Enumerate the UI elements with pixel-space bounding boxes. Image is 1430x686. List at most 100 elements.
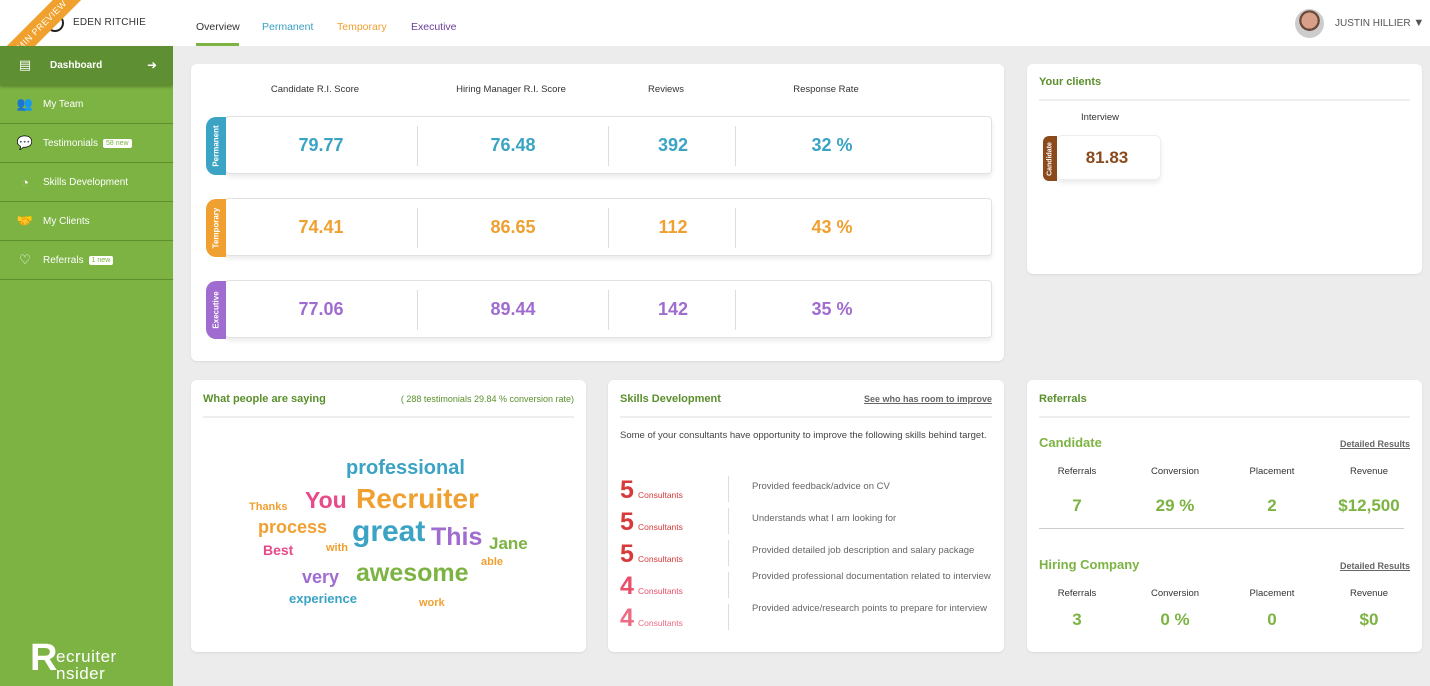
tab-executive[interactable]: Executive [411, 21, 457, 33]
divider [1039, 99, 1410, 101]
divider [728, 476, 729, 502]
response-rate: 43 % [811, 217, 853, 237]
user-menu[interactable]: JUSTIN HILLIER ▼ [1335, 17, 1424, 29]
sidebar-item-dashboard[interactable]: ▤ Dashboard ➜ [0, 46, 173, 85]
divider [417, 208, 418, 248]
metric-value: $0 [1359, 610, 1379, 629]
divider [728, 572, 729, 598]
sidebar-item-label: My Clients [43, 215, 90, 227]
hiring-manager-score: 89.44 [490, 299, 536, 319]
cloud-word: very [302, 567, 340, 587]
new-count-badge: 1 new [88, 255, 114, 265]
hiring-manager-score: 76.48 [490, 135, 536, 155]
card-title: Skills Development [620, 393, 721, 405]
consultant-count: 5 [620, 540, 634, 568]
response-rate: 35 % [811, 299, 853, 319]
cloud-word: Best [263, 542, 294, 558]
row-tag: Permanent [206, 117, 226, 175]
row-tag: Executive [206, 281, 226, 339]
heart-icon: ♡ [19, 252, 31, 267]
metric-label: Revenue [1349, 466, 1389, 477]
metric-label: Referrals [1057, 466, 1097, 477]
divider [735, 208, 736, 248]
metric-value: $12,500 [1338, 496, 1400, 515]
skills-intro: Some of your consultants have opportunit… [620, 430, 987, 441]
consultant-count: 5 [620, 476, 634, 504]
row-tag: Candidate [1043, 136, 1057, 181]
consultants-label: Consultants [638, 522, 683, 532]
divider [417, 126, 418, 166]
sidebar-item-referrals[interactable]: ♡ Referrals 1 new [0, 241, 173, 280]
reviews-count: 142 [657, 299, 689, 319]
skill-row: 5 Consultants Understands what I am lookin… [608, 508, 1004, 538]
skill-row: 4 Consultants Provided professional docume… [608, 571, 1004, 602]
cloud-word: great [352, 515, 426, 548]
divider [203, 416, 574, 418]
divider [735, 290, 736, 330]
logo-line-2: nsider [56, 664, 106, 683]
score-row-temporary: Temporary 74.41 86.65 112 43 % [206, 198, 992, 257]
sidebar-item-testimonials[interactable]: 💬 Testimonials 58 new [0, 124, 173, 163]
divider [1039, 416, 1410, 418]
cloud-word: process [258, 517, 328, 537]
skills-development-card: Skills Development See who has room to i… [608, 380, 1004, 652]
sidebar-item-skills-development[interactable]: ◔ Skills Development [0, 163, 173, 202]
divider [608, 208, 609, 248]
score-row-permanent: Permanent 79.77 76.48 392 32 % [206, 116, 992, 175]
sidebar-item-my-clients[interactable]: 🤝 My Clients [0, 202, 173, 241]
column-header: Reviews [648, 84, 684, 95]
consultant-count: 4 [620, 572, 634, 600]
consultants-label: Consultants [638, 618, 683, 628]
testimonials-card: What people are saying ( 288 testimonial… [191, 380, 586, 652]
cloud-word: This [431, 523, 483, 551]
score-row-executive: Executive 77.06 89.44 142 35 % [206, 280, 992, 339]
tab-permanent[interactable]: Permanent [262, 21, 313, 33]
column-header: Hiring Manager R.I. Score [456, 84, 566, 95]
arrow-right-icon: ➜ [146, 58, 157, 72]
section-title-candidate: Candidate [1039, 435, 1102, 450]
cloud-word: Thanks [249, 501, 288, 513]
column-header: Candidate R.I. Score [270, 84, 360, 95]
tab-temporary[interactable]: Temporary [337, 21, 387, 33]
consultants-label: Consultants [638, 554, 683, 564]
new-count-badge: 58 new [103, 138, 132, 148]
detailed-results-link[interactable]: Detailed Results [1340, 439, 1410, 449]
cloud-word: You [305, 487, 347, 513]
detailed-results-link[interactable]: Detailed Results [1340, 561, 1410, 571]
metric-value: 2 [1267, 496, 1277, 515]
metric-value: 3 [1072, 610, 1082, 629]
cloud-word: work [419, 597, 445, 609]
sidebar-item-label: Referrals [43, 254, 84, 266]
user-name: JUSTIN HILLIER [1335, 18, 1411, 29]
interview-score: 81.83 [1085, 148, 1129, 167]
metric-value: 0 [1267, 610, 1277, 629]
candidate-score: 77.06 [298, 299, 344, 319]
metric-label: Referrals [1057, 588, 1097, 599]
your-clients-card: Your clients Interview Candidate 81.83 [1027, 64, 1422, 274]
speech-bubble-icon: 💬 [16, 135, 34, 150]
user-avatar[interactable] [1295, 9, 1324, 38]
tab-overview[interactable]: Overview [196, 21, 240, 33]
candidate-score: 74.41 [298, 217, 344, 237]
candidate-score: 79.77 [298, 135, 344, 155]
sidebar-item-my-team[interactable]: 👥 My Team [0, 85, 173, 124]
see-who-has-room-link[interactable]: See who has room to improve [864, 394, 992, 404]
cloud-word: Recruiter [356, 483, 479, 514]
skill-row: 4 Consultants Provided advice/research poi… [608, 603, 1004, 634]
consultants-label: Consultants [638, 490, 683, 500]
metric-value: 0 % [1160, 610, 1190, 629]
cloud-word: professional [346, 457, 465, 479]
cloud-word: experience [289, 591, 357, 606]
divider [608, 290, 609, 330]
logo-initial: R [30, 637, 58, 679]
reviews-count: 112 [658, 217, 688, 237]
consultant-count: 5 [620, 508, 634, 536]
divider [620, 416, 992, 418]
skill-description: Provided feedback/advice on CV [752, 481, 890, 492]
cloud-word: Jane [489, 534, 528, 553]
sidebar-user-name: EDEN RITCHIE [73, 17, 146, 28]
hiring-manager-score: 86.65 [490, 217, 536, 237]
row-tag: Temporary [206, 199, 226, 257]
sidebar-item-label: Dashboard [50, 59, 103, 71]
response-rate: 32 % [811, 135, 853, 155]
